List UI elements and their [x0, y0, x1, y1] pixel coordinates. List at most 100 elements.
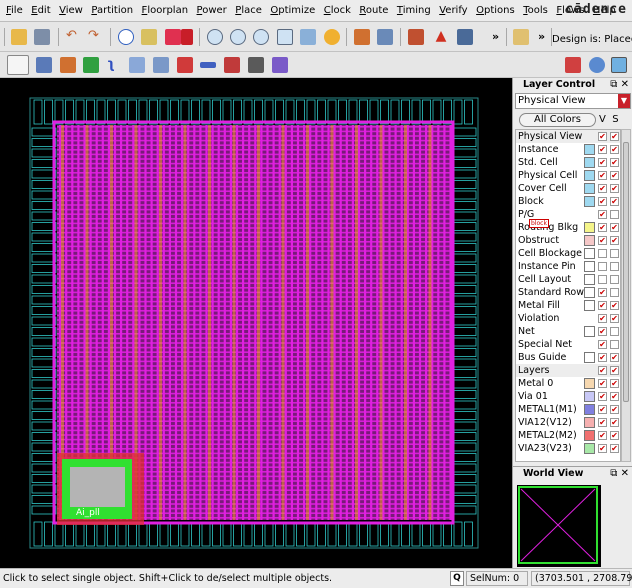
visible-checkbox[interactable]: ✔ [598, 418, 607, 427]
route-tool-icon[interactable] [272, 57, 288, 73]
layer-row[interactable]: VIA12(V12) ✔ ✔ [516, 416, 620, 429]
menu-route[interactable]: Route [359, 5, 388, 16]
menu-file[interactable]: File [6, 5, 23, 16]
split-tool-icon[interactable] [153, 57, 169, 73]
selectable-checkbox[interactable]: ✔ [610, 444, 619, 453]
wire-tool-icon[interactable]: ʅ [107, 57, 123, 73]
color-dropdown-icon[interactable] [181, 29, 193, 45]
menu-edit[interactable]: Edit [31, 5, 50, 16]
visible-checkbox[interactable]: ✔ [598, 392, 607, 401]
selectable-checkbox[interactable]: ✔ [610, 132, 619, 141]
add-tool-icon[interactable] [83, 57, 99, 73]
selectable-checkbox[interactable]: ✔ [610, 145, 619, 154]
layer-color-swatch[interactable] [584, 352, 595, 363]
visible-checkbox[interactable]: ✔ [598, 327, 607, 336]
warning-icon[interactable]: ▲ [433, 29, 449, 45]
layer-row[interactable]: Instance ✔ ✔ [516, 143, 620, 156]
dim-icon[interactable] [377, 29, 393, 45]
zoom-area-icon[interactable] [253, 29, 269, 45]
query-button[interactable]: Q [450, 571, 464, 586]
selectable-checkbox[interactable] [610, 288, 619, 297]
menu-partition[interactable]: Partition [91, 5, 133, 16]
toolbar-overflow-icon[interactable]: » [538, 30, 545, 43]
selectable-checkbox[interactable]: ✔ [610, 353, 619, 362]
ruler-tool-icon[interactable] [200, 62, 216, 68]
visible-checkbox[interactable]: ✔ [598, 132, 607, 141]
menu-options[interactable]: Options [476, 5, 515, 16]
selectable-checkbox[interactable]: ✔ [610, 301, 619, 310]
selectable-checkbox[interactable]: ✔ [610, 379, 619, 388]
visible-checkbox[interactable]: ✔ [598, 171, 607, 180]
script-icon[interactable] [513, 29, 529, 45]
layer-color-swatch[interactable] [584, 378, 595, 389]
visible-checkbox[interactable]: ✔ [598, 236, 607, 245]
selectable-checkbox[interactable]: ✔ [610, 236, 619, 245]
layer-color-swatch[interactable] [584, 144, 595, 155]
layer-color-swatch[interactable] [584, 417, 595, 428]
menu-timing[interactable]: Timing [397, 5, 431, 16]
layer-row[interactable]: Physical View ✔ ✔ [516, 130, 620, 143]
layer-row[interactable]: Special Net ✔ [516, 338, 620, 351]
select-tool-icon[interactable] [7, 55, 29, 75]
layer-color-swatch[interactable] [584, 274, 595, 285]
world-view-thumbnail[interactable] [517, 485, 601, 567]
visible-checkbox[interactable]: ✔ [598, 405, 607, 414]
panel-float-close-icon[interactable]: ⧉ ✕ [610, 467, 629, 481]
visible-checkbox[interactable]: ✔ [598, 379, 607, 388]
stretch-tool-icon[interactable] [129, 57, 145, 73]
visible-checkbox[interactable]: ✔ [598, 288, 607, 297]
selectable-checkbox[interactable]: ✔ [610, 197, 619, 206]
merge-tool-icon[interactable] [177, 57, 193, 73]
zoom-in-icon[interactable] [207, 29, 223, 45]
layer-color-swatch[interactable] [584, 157, 595, 168]
layer-color-swatch[interactable] [584, 287, 595, 298]
visible-checkbox[interactable] [598, 249, 607, 258]
zoom-out-icon[interactable] [230, 29, 246, 45]
layer-color-swatch[interactable] [584, 222, 595, 233]
chevron-down-icon[interactable]: ▼ [618, 94, 630, 108]
selectable-checkbox[interactable]: ✔ [610, 184, 619, 193]
selectable-checkbox[interactable]: ✔ [610, 405, 619, 414]
selectable-checkbox[interactable]: ✔ [610, 431, 619, 440]
menu-clock[interactable]: Clock [324, 5, 351, 16]
menu-optimize[interactable]: Optimize [270, 5, 315, 16]
layer-row[interactable]: Via 01 ✔ ✔ [516, 390, 620, 403]
layer-row[interactable]: Obstruct ✔ ✔ [516, 234, 620, 247]
visible-checkbox[interactable]: ✔ [598, 158, 607, 167]
selectable-checkbox[interactable]: ✔ [610, 314, 619, 323]
visible-checkbox[interactable]: ✔ [598, 444, 607, 453]
layers-toggle-icon[interactable] [565, 57, 581, 73]
layer-row[interactable]: Layers ✔ ✔ [516, 364, 620, 377]
layer-row[interactable]: Standard Row ✔ [516, 286, 620, 299]
layer-color-swatch[interactable] [584, 430, 595, 441]
layer-color-swatch[interactable] [584, 300, 595, 311]
redraw-icon[interactable] [324, 29, 340, 45]
redo-icon[interactable]: ↷ [88, 29, 104, 45]
flow-icon[interactable] [589, 57, 605, 73]
menu-floorplan[interactable]: Floorplan [142, 5, 188, 16]
layer-color-swatch[interactable] [584, 404, 595, 415]
layer-color-swatch[interactable] [584, 196, 595, 207]
hierarchy-icon[interactable] [408, 29, 424, 45]
layer-row[interactable]: Metal 0 ✔ ✔ [516, 377, 620, 390]
selectable-checkbox[interactable]: ✔ [610, 366, 619, 375]
menu-verify[interactable]: Verify [439, 5, 467, 16]
all-colors-button[interactable]: All Colors [519, 113, 596, 127]
open-icon[interactable] [11, 29, 27, 45]
window-icon[interactable] [457, 29, 473, 45]
layer-row[interactable]: METAL2(M2) ✔ ✔ [516, 429, 620, 442]
layer-color-swatch[interactable] [584, 443, 595, 454]
layer-color-swatch[interactable] [584, 183, 595, 194]
palette-icon[interactable] [611, 57, 627, 73]
selectable-checkbox[interactable]: ✔ [610, 392, 619, 401]
info-icon[interactable] [118, 29, 134, 45]
layer-row[interactable]: Cell Blockage [516, 247, 620, 260]
layer-row[interactable]: METAL1(M1) ✔ ✔ [516, 403, 620, 416]
zoom-prev-icon[interactable] [300, 29, 316, 45]
selectable-checkbox[interactable] [610, 262, 619, 271]
layer-row[interactable]: Violation ✔ ✔ [516, 312, 620, 325]
visible-checkbox[interactable] [598, 262, 607, 271]
toolbar-overflow-icon[interactable]: » [492, 30, 499, 43]
move-icon[interactable] [354, 29, 370, 45]
move-tool-icon[interactable] [36, 57, 52, 73]
